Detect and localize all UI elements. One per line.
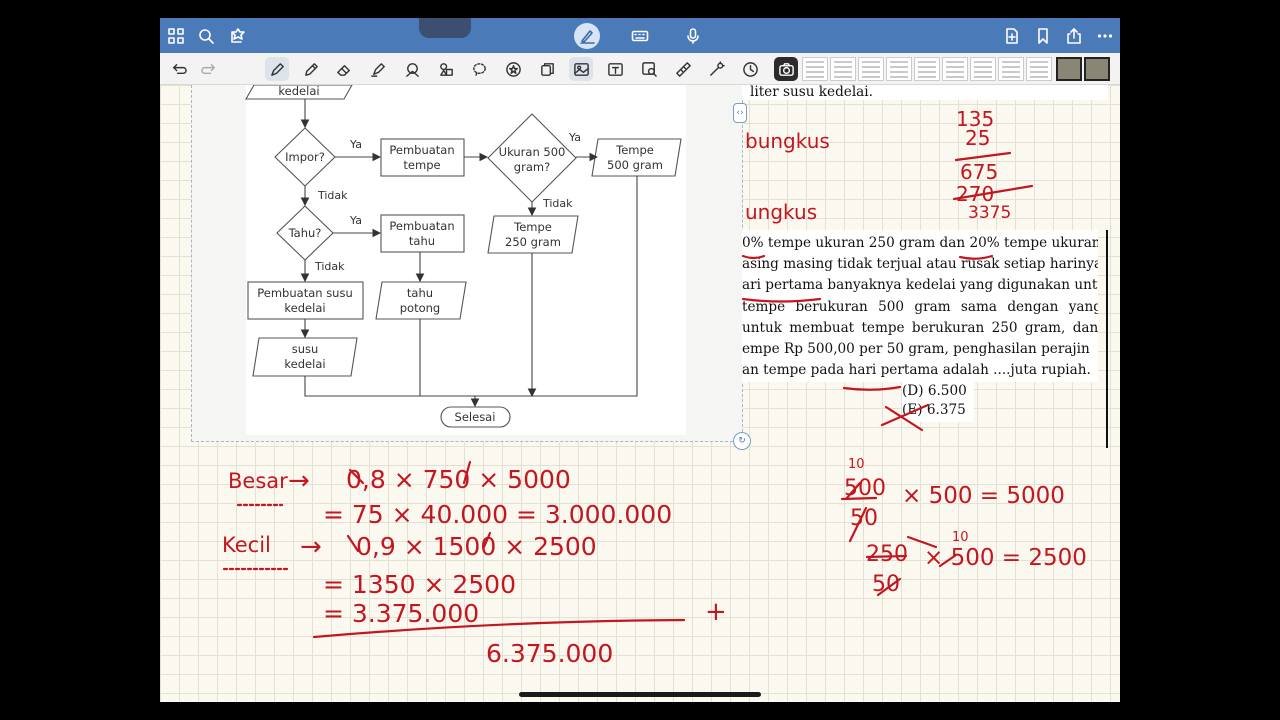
ink-besar: Besar	[228, 469, 288, 493]
add-page-icon	[1006, 28, 1018, 44]
ink-kecil: Kecil	[222, 533, 271, 557]
lasso-icon	[472, 62, 486, 77]
share-icon	[1067, 28, 1081, 44]
pencil-tool[interactable]	[299, 57, 323, 81]
grid-icon	[168, 28, 184, 44]
sticker-tool[interactable]	[501, 57, 525, 81]
notes-app: kedelai Impor? Pembuatan tempe Ukuran 50…	[160, 18, 1120, 702]
copy-icon	[540, 62, 554, 76]
image-icon	[573, 62, 589, 76]
grid-view-button[interactable]	[164, 24, 188, 48]
ink-total: 6.375.000	[486, 639, 613, 668]
pen-icon	[270, 62, 284, 76]
ink-3375: 3375	[968, 203, 1011, 223]
ink-line-3: 0,9 × 1500 × 2500	[356, 532, 597, 561]
image-search-icon	[641, 61, 657, 77]
microphone-button[interactable]	[681, 24, 705, 48]
elements-icon	[439, 62, 453, 76]
copy-tool[interactable]	[535, 57, 559, 81]
image-search-tool[interactable]	[637, 57, 661, 81]
ink-line-5: = 3.375.000	[323, 599, 479, 628]
text-icon	[607, 62, 623, 76]
page-thumbnail[interactable]	[886, 57, 912, 81]
ink-675: 675	[960, 160, 998, 184]
star-icon	[505, 61, 521, 77]
page-thumbnail[interactable]	[802, 57, 828, 81]
pen-tool[interactable]	[265, 57, 289, 81]
page-thumbnail[interactable]	[1026, 57, 1052, 81]
ink-plus: +	[705, 597, 727, 627]
page-thumbnail[interactable]	[830, 57, 856, 81]
ink-r2-rest: × 500 = 2500	[924, 545, 1087, 571]
page-thumbnail[interactable]	[1084, 57, 1110, 81]
more-icon	[1097, 34, 1113, 38]
top-navigation-bar	[160, 18, 1120, 53]
ink-line-4: = 1350 × 2500	[323, 570, 516, 599]
ink-25: 25	[965, 126, 990, 150]
camera-notch	[419, 18, 471, 38]
bookmark-button[interactable]	[1031, 24, 1055, 48]
timer-tool[interactable]	[738, 57, 762, 81]
note-canvas[interactable]: kedelai Impor? Pembuatan tempe Ukuran 50…	[160, 85, 1120, 702]
pencil-icon	[304, 62, 318, 76]
highlighter-tool[interactable]	[366, 57, 390, 81]
redo-icon	[200, 63, 215, 74]
ink-sup-10: 10	[848, 457, 865, 472]
redo-button[interactable]	[197, 57, 221, 81]
handwriting-layer: bungkus ungkus 135 25 675 270 3375 Besar…	[222, 107, 1087, 668]
page-thumbnail[interactable]	[942, 57, 968, 81]
camera-icon	[778, 62, 794, 76]
pen-hand-icon	[580, 30, 595, 44]
highlighter-icon	[370, 62, 385, 77]
home-indicator[interactable]	[519, 692, 761, 697]
text-tool[interactable]	[603, 57, 627, 81]
page-thumbnail[interactable]	[998, 57, 1024, 81]
eraser-tool[interactable]	[332, 57, 356, 81]
ink-ungkus: ungkus	[745, 200, 817, 224]
ink-arrow: →	[288, 466, 310, 496]
shapes-tool[interactable]	[400, 57, 424, 81]
page-thumbnail[interactable]	[858, 57, 884, 81]
ink-line-1: 0,8 × 750 × 5000	[346, 465, 571, 494]
undo-icon	[172, 63, 187, 74]
clock-icon	[742, 61, 758, 77]
lasso-tool[interactable]	[467, 57, 491, 81]
eraser-icon	[336, 64, 350, 76]
page-thumbnail[interactable]	[914, 57, 940, 81]
ink-r2-num: 250	[866, 542, 908, 567]
page-thumbnail[interactable]	[1056, 57, 1082, 81]
lasso-share-button[interactable]	[226, 24, 250, 48]
bookmark-icon	[1038, 28, 1048, 44]
ink-r1-den: 50	[850, 506, 878, 531]
share-button[interactable]	[1062, 24, 1086, 48]
ink-r2-den: 50	[872, 572, 900, 597]
page-thumbnail[interactable]	[970, 57, 996, 81]
more-button[interactable]	[1093, 24, 1117, 48]
ink-line-2: = 75 × 40.000 = 3.000.000	[323, 500, 672, 529]
ink-bungkus: bungkus	[745, 129, 830, 153]
ruler-tool[interactable]	[671, 57, 695, 81]
shapes-icon	[405, 62, 419, 77]
ruler-icon	[675, 61, 691, 77]
search-icon	[199, 29, 214, 44]
element-tool[interactable]	[434, 57, 458, 81]
microphone-icon	[687, 28, 699, 44]
keyboard-button[interactable]	[628, 24, 652, 48]
add-page-button[interactable]	[1000, 24, 1024, 48]
ink-r1-num: 500	[844, 476, 886, 501]
laser-pointer-tool[interactable]	[704, 57, 728, 81]
ink-sup-10: 10	[952, 530, 969, 545]
undo-button[interactable]	[166, 57, 190, 81]
ink-r1-rest: × 500 = 5000	[902, 483, 1065, 509]
sparkle-icon	[231, 28, 245, 43]
laser-pointer-icon	[709, 60, 725, 76]
camera-tool[interactable]	[774, 57, 798, 81]
search-button[interactable]	[194, 24, 218, 48]
drawing-toolbar	[160, 53, 1120, 85]
keyboard-icon	[631, 30, 649, 42]
pen-mode-button[interactable]	[574, 23, 600, 49]
ink-arrow: →	[300, 532, 322, 562]
image-tool[interactable]	[569, 57, 593, 81]
